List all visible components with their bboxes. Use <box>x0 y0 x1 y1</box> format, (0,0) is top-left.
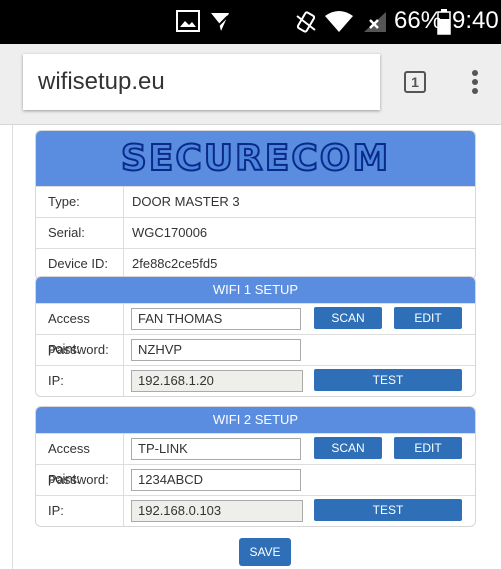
logo-header: SECURECOM <box>36 131 475 186</box>
wifi2-ap-row: Access point: TP-LINK SCAN EDIT <box>36 433 475 486</box>
wifi1-ip-label: IP: <box>36 366 124 396</box>
serial-label: Serial: <box>36 218 124 248</box>
overflow-menu-icon[interactable] <box>470 70 480 96</box>
wifi2-password-row: Password: 1234ABCD <box>36 464 475 495</box>
type-value: DOOR MASTER 3 <box>132 194 240 209</box>
page-content: SECURECOM Type: DOOR MASTER 3 Serial: WG… <box>12 124 501 569</box>
serial-value: WGC170006 <box>132 225 208 240</box>
status-bar: 66% 9:40 <box>0 0 501 44</box>
wifi2-panel: WIFI 2 SETUP Access point: TP-LINK SCAN … <box>35 406 476 527</box>
wifi1-edit-button[interactable]: EDIT <box>394 307 462 329</box>
wifi2-ap-input[interactable]: TP-LINK <box>131 438 301 460</box>
device-id-row: Device ID: 2fe88c2ce5fd5 <box>36 248 475 279</box>
wifi2-test-button[interactable]: TEST <box>314 499 462 521</box>
wifi1-ip-field: 192.168.1.20 <box>131 370 303 392</box>
wifi-icon <box>325 11 353 32</box>
wifi2-title: WIFI 2 SETUP <box>36 407 475 433</box>
wifi1-password-row: Password: NZHVP <box>36 334 475 365</box>
wifi1-password-input[interactable]: NZHVP <box>131 339 301 361</box>
battery-icon <box>437 9 451 35</box>
wifi1-test-button[interactable]: TEST <box>314 369 462 391</box>
signal-off-icon <box>364 12 386 32</box>
vibrate-icon <box>296 11 316 33</box>
wifi1-ap-row: Access point: FAN THOMAS SCAN EDIT <box>36 303 475 356</box>
wifi1-ap-label: Access point: <box>36 304 124 356</box>
type-row: Type: DOOR MASTER 3 <box>36 186 475 217</box>
wifi2-edit-button[interactable]: EDIT <box>394 437 462 459</box>
securecom-logo: SECURECOM <box>120 137 391 180</box>
device-info-panel: SECURECOM Type: DOOR MASTER 3 Serial: WG… <box>35 130 476 280</box>
wifi1-scan-button[interactable]: SCAN <box>314 307 382 329</box>
wifi2-scan-button[interactable]: SCAN <box>314 437 382 459</box>
check-sync-icon <box>211 13 229 31</box>
wifi2-password-input[interactable]: 1234ABCD <box>131 469 301 491</box>
battery-percent: 66% <box>394 7 443 34</box>
save-button[interactable]: SAVE <box>239 538 291 566</box>
image-icon <box>176 10 200 32</box>
wifi1-password-label: Password: <box>36 335 124 365</box>
wifi1-ip-row: IP: 192.168.1.20 TEST <box>36 365 475 396</box>
wifi2-ip-row: IP: 192.168.0.103 TEST <box>36 495 475 526</box>
serial-row: Serial: WGC170006 <box>36 217 475 248</box>
url-bar[interactable]: wifisetup.eu <box>23 54 380 110</box>
wifi1-ap-input[interactable]: FAN THOMAS <box>131 308 301 330</box>
wifi2-ip-label: IP: <box>36 496 124 526</box>
wifi2-ip-field: 192.168.0.103 <box>131 500 303 522</box>
type-label: Type: <box>36 187 124 217</box>
wifi1-panel: WIFI 1 SETUP Access point: FAN THOMAS SC… <box>35 276 476 397</box>
browser-toolbar: wifisetup.eu 1 <box>0 44 501 125</box>
wifi1-title: WIFI 1 SETUP <box>36 277 475 303</box>
device-id-value: 2fe88c2ce5fd5 <box>132 256 218 271</box>
device-id-label: Device ID: <box>36 249 124 279</box>
clock: 9:40 <box>452 7 499 34</box>
url-text: wifisetup.eu <box>38 68 165 95</box>
wifi2-password-label: Password: <box>36 465 124 495</box>
tab-switcher-button[interactable]: 1 <box>404 71 426 93</box>
wifi2-ap-label: Access point: <box>36 434 124 486</box>
